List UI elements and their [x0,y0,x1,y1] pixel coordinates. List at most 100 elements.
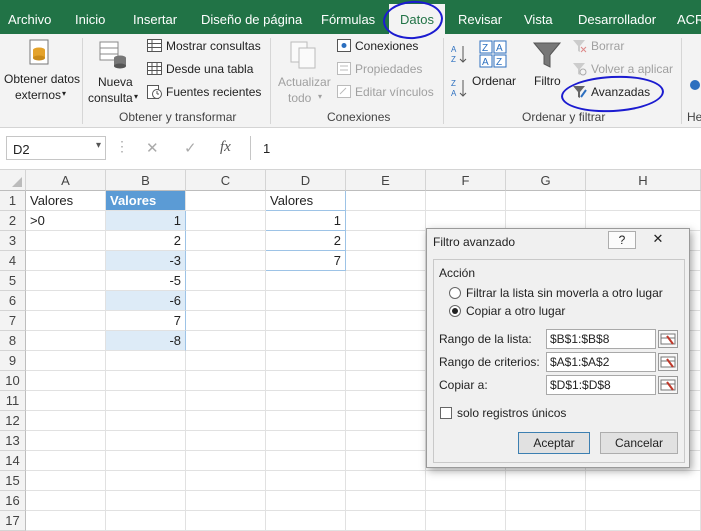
cell-e6[interactable] [346,291,426,311]
cell-d16[interactable] [266,491,346,511]
cell-c17[interactable] [186,511,266,531]
cell-a16[interactable] [26,491,106,511]
cell-b3[interactable]: 2 [106,231,186,251]
cell-b7[interactable]: 7 [106,311,186,331]
cell-d7[interactable] [266,311,346,331]
cell-d6[interactable] [266,291,346,311]
cell-a6[interactable] [26,291,106,311]
cell-a12[interactable] [26,411,106,431]
tab-diseno-pagina[interactable]: Diseño de página [201,0,302,34]
cell-c5[interactable] [186,271,266,291]
cell-d8[interactable] [266,331,346,351]
row-header-4[interactable]: 4 [0,251,26,271]
cell-a14[interactable] [26,451,106,471]
radio-filter-label[interactable]: Filtrar la lista sin moverla a otro luga… [466,286,663,300]
cell-b5[interactable]: -5 [106,271,186,291]
cell-e2[interactable] [346,211,426,231]
cell-h1[interactable] [586,191,701,211]
row-header-9[interactable]: 9 [0,351,26,371]
cell-c10[interactable] [186,371,266,391]
cell-d5[interactable] [266,271,346,291]
cell-e11[interactable] [346,391,426,411]
cell-e15[interactable] [346,471,426,491]
cell-b10[interactable] [106,371,186,391]
cell-b13[interactable] [106,431,186,451]
insert-function-icon[interactable]: fx [220,139,231,156]
cell-d3[interactable]: 2 [266,231,346,251]
row-header-3[interactable]: 3 [0,231,26,251]
cell-d4[interactable]: 7 [266,251,346,271]
radio-filter-in-place[interactable] [449,287,461,299]
copy-to-input[interactable]: $D$1:$D$8 [546,375,656,395]
cell-a1[interactable]: Valores [26,191,106,211]
cell-b16[interactable] [106,491,186,511]
cell-d12[interactable] [266,411,346,431]
tab-desarrollador[interactable]: Desarrollador [578,0,656,34]
cell-c16[interactable] [186,491,266,511]
tab-acr[interactable]: ACR [677,0,701,34]
cell-g15[interactable] [506,471,586,491]
column-header-c[interactable]: C [186,170,266,191]
row-header-13[interactable]: 13 [0,431,26,451]
cell-a8[interactable] [26,331,106,351]
cell-e5[interactable] [346,271,426,291]
cell-d14[interactable] [266,451,346,471]
cell-d17[interactable] [266,511,346,531]
cell-a5[interactable] [26,271,106,291]
cell-a4[interactable] [26,251,106,271]
row-header-6[interactable]: 6 [0,291,26,311]
row-header-16[interactable]: 16 [0,491,26,511]
cell-a10[interactable] [26,371,106,391]
cell-b4[interactable]: -3 [106,251,186,271]
row-header-17[interactable]: 17 [0,511,26,531]
unique-records-checkbox[interactable] [440,407,452,419]
unique-records-label[interactable]: solo registros únicos [457,406,566,420]
radio-copy-label[interactable]: Copiar a otro lugar [466,304,565,318]
row-header-5[interactable]: 5 [0,271,26,291]
cell-h15[interactable] [586,471,701,491]
row-header-7[interactable]: 7 [0,311,26,331]
cell-e13[interactable] [346,431,426,451]
cell-b6[interactable]: -6 [106,291,186,311]
cell-d13[interactable] [266,431,346,451]
column-header-a[interactable]: A [26,170,106,191]
cancel-button[interactable]: Cancelar [600,432,678,454]
cell-c11[interactable] [186,391,266,411]
formula-input[interactable]: 1 [250,136,701,160]
cell-e3[interactable] [346,231,426,251]
cell-a9[interactable] [26,351,106,371]
cell-d2[interactable]: 1 [266,211,346,231]
row-header-2[interactable]: 2 [0,211,26,231]
row-header-8[interactable]: 8 [0,331,26,351]
cell-e14[interactable] [346,451,426,471]
cell-b15[interactable] [106,471,186,491]
cell-b2[interactable]: 1 [106,211,186,231]
cell-e17[interactable] [346,511,426,531]
cell-g1[interactable] [506,191,586,211]
cell-b17[interactable] [106,511,186,531]
chevron-down-icon[interactable]: ▾ [96,140,101,151]
row-header-14[interactable]: 14 [0,451,26,471]
cell-b8[interactable]: -8 [106,331,186,351]
cell-a3[interactable] [26,231,106,251]
tab-formulas[interactable]: Fórmulas [321,0,375,34]
cell-d10[interactable] [266,371,346,391]
cell-e9[interactable] [346,351,426,371]
cell-h16[interactable] [586,491,701,511]
cell-a13[interactable] [26,431,106,451]
cell-f16[interactable] [426,491,506,511]
cell-c8[interactable] [186,331,266,351]
cell-c6[interactable] [186,291,266,311]
cell-d9[interactable] [266,351,346,371]
cell-a2[interactable]: >0 [26,211,106,231]
cell-e1[interactable] [346,191,426,211]
select-all-corner[interactable] [0,170,26,191]
range-picker-button[interactable] [658,376,678,394]
cell-c13[interactable] [186,431,266,451]
row-header-15[interactable]: 15 [0,471,26,491]
column-header-h[interactable]: H [586,170,701,191]
cell-d11[interactable] [266,391,346,411]
cell-f15[interactable] [426,471,506,491]
column-header-e[interactable]: E [346,170,426,191]
cell-e7[interactable] [346,311,426,331]
